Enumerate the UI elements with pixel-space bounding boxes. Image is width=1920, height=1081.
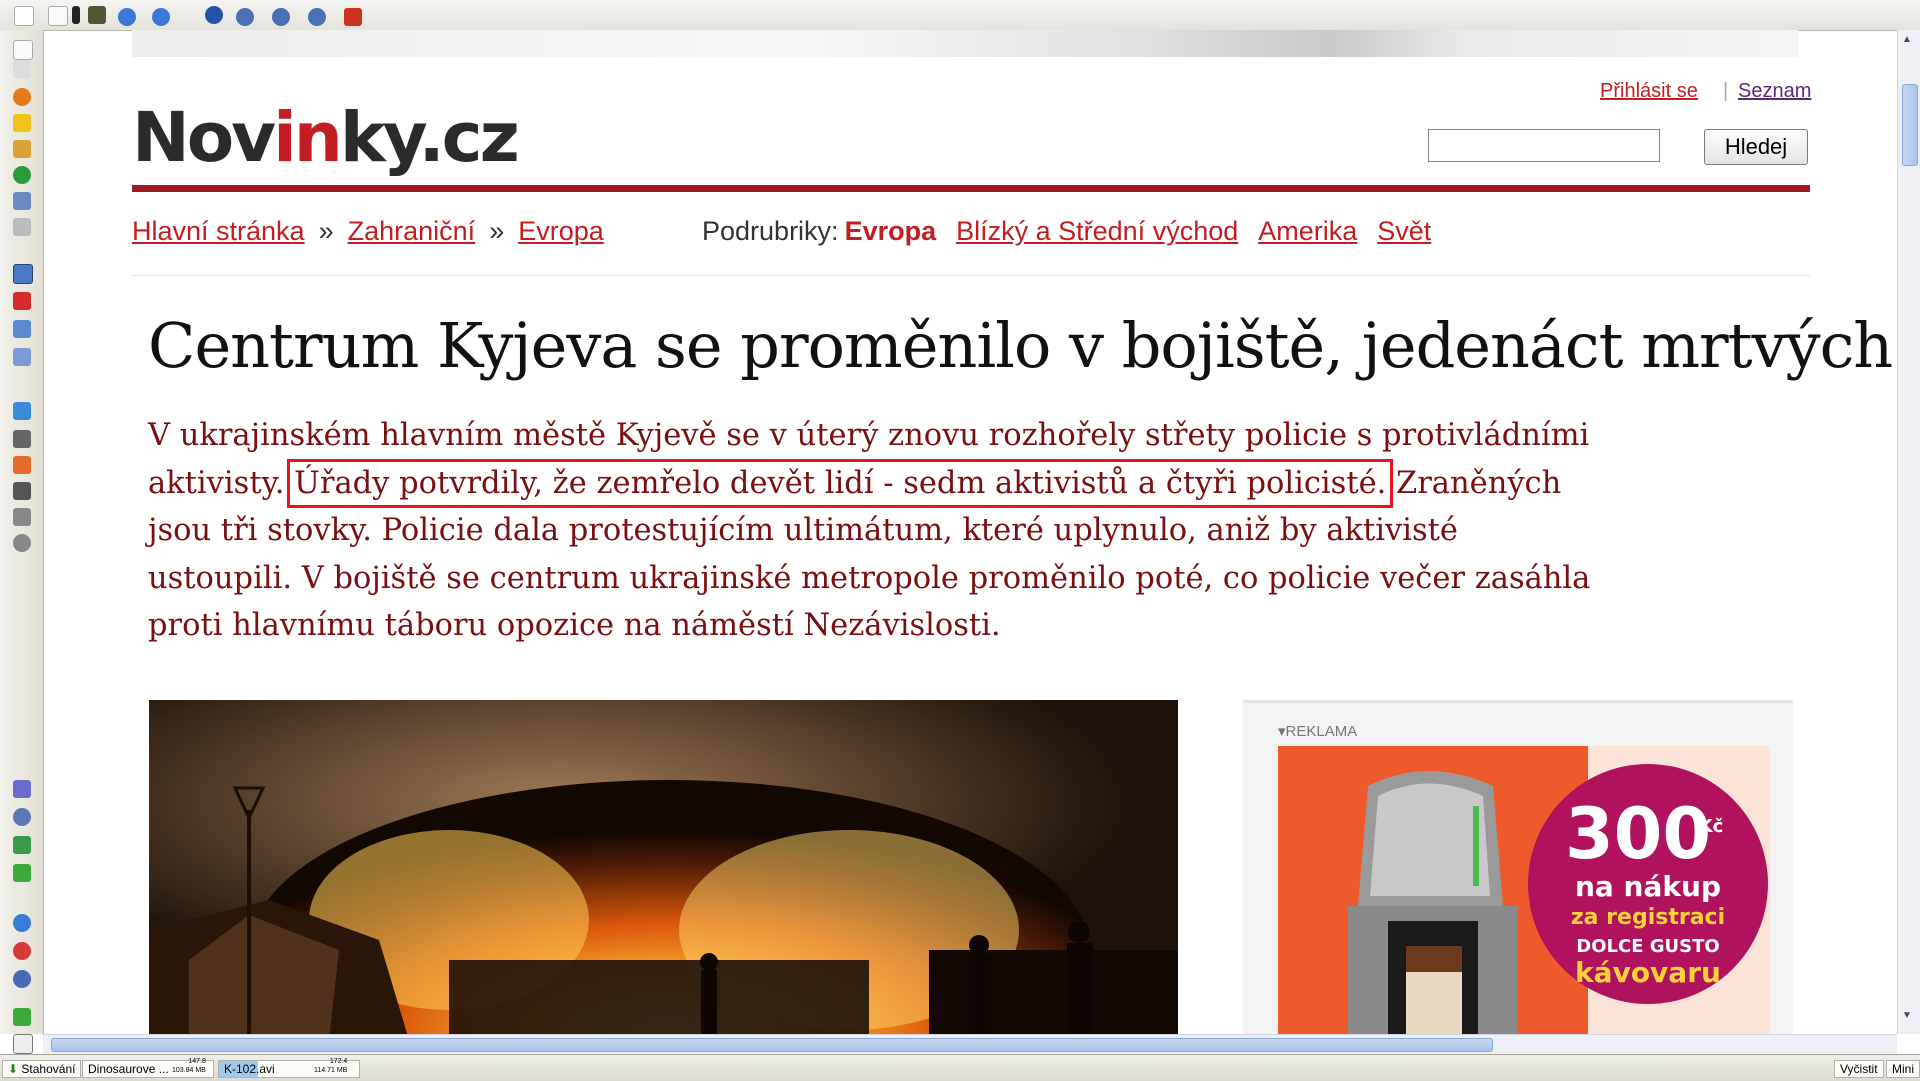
- horizontal-scroll-thumb[interactable]: [51, 1038, 1493, 1052]
- calendar-icon[interactable]: [13, 456, 31, 474]
- add-icon[interactable]: [48, 6, 68, 26]
- ad-line-3: DOLCE GUSTO: [1576, 936, 1719, 957]
- document-icon[interactable]: [13, 60, 31, 78]
- globe-icon[interactable]: [13, 914, 31, 932]
- pen-icon[interactable]: [13, 430, 31, 448]
- printer-icon[interactable]: [13, 482, 31, 500]
- nav-divider: [132, 275, 1810, 276]
- window-icon-2[interactable]: [13, 348, 31, 366]
- horizontal-scrollbar[interactable]: [43, 1034, 1897, 1055]
- breadcrumb-separator: »: [318, 216, 334, 246]
- search-button[interactable]: Hledej: [1704, 129, 1808, 165]
- breadcrumb-europe[interactable]: Evropa: [518, 216, 604, 246]
- browser-toolbar: [0, 0, 1920, 31]
- star-icon[interactable]: [13, 114, 31, 132]
- linkedin-icon[interactable]: [344, 8, 362, 26]
- breadcrumb-home[interactable]: Hlavní stránka: [132, 216, 305, 246]
- fire-photo: [149, 700, 1178, 1040]
- puzzle-icon[interactable]: [13, 864, 31, 882]
- header-separator: |: [1723, 80, 1729, 102]
- app-icon-2[interactable]: [236, 8, 254, 26]
- film-icon[interactable]: [88, 6, 106, 24]
- ad-amount: 300: [1565, 793, 1711, 875]
- article-photo[interactable]: [149, 700, 1178, 1040]
- vertical-scroll-thumb[interactable]: [1902, 84, 1918, 166]
- refresh-icon[interactable]: [13, 166, 31, 184]
- book-icon[interactable]: [13, 780, 31, 798]
- download-file-2-size: 172.4 114.71 MB: [314, 1058, 348, 1074]
- breadcrumb: Hlavní stránka » Zahraniční » Evropa: [132, 216, 604, 247]
- app-icon[interactable]: [205, 6, 223, 24]
- top-banner-ad[interactable]: [132, 30, 1798, 57]
- subsection-middle-east[interactable]: Blízký a Střední východ: [956, 216, 1238, 246]
- box-icon[interactable]: [13, 1034, 33, 1054]
- breadcrumb-separator: »: [489, 216, 505, 246]
- download-icon: ⬇: [8, 1062, 19, 1076]
- ad-line-1: na nákup: [1575, 870, 1721, 903]
- chat-icon[interactable]: [13, 402, 31, 420]
- window-icon[interactable]: [13, 192, 31, 210]
- seznam-link[interactable]: Seznam: [1738, 80, 1811, 103]
- ad-currency: Kč: [1699, 816, 1724, 837]
- check-icon[interactable]: [13, 1008, 31, 1026]
- firefox-icon[interactable]: [13, 88, 31, 106]
- header-rule: [132, 185, 1810, 192]
- clock-icon[interactable]: [13, 808, 31, 826]
- browser-sidebar: [0, 30, 44, 1054]
- perex-highlight: Úřady potvrdily, že zemřelo devět lidí -…: [287, 458, 1394, 508]
- ad-label: ▾REKLAMA: [1278, 723, 1358, 740]
- app-icon-4[interactable]: [308, 8, 326, 26]
- panel-icon[interactable]: [13, 264, 33, 284]
- mini-button[interactable]: Mini: [1886, 1060, 1920, 1078]
- search-input[interactable]: [1428, 129, 1660, 162]
- vertical-scrollbar[interactable]: ▲ ▼: [1897, 30, 1920, 1034]
- article-headline: Centrum Kyjeva se proměnilo v bojiště, j…: [148, 309, 1893, 382]
- subsection-world[interactable]: Svět: [1377, 216, 1431, 246]
- folder-icon[interactable]: [13, 140, 31, 158]
- scroll-down-icon[interactable]: ▼: [1902, 1010, 1912, 1021]
- info-icon[interactable]: [13, 970, 31, 988]
- ie-icon-2[interactable]: [152, 8, 170, 26]
- ie-icon[interactable]: [118, 8, 136, 26]
- downloads-button[interactable]: ⬇ Stahování: [2, 1060, 82, 1078]
- download-file-1-size: 147.8 103.84 MB: [172, 1058, 206, 1074]
- tools-icon[interactable]: [13, 218, 31, 236]
- ad-line-2: za registraci: [1571, 905, 1725, 930]
- scroll-up-icon[interactable]: ▲: [1902, 34, 1912, 45]
- new-tab-icon[interactable]: [14, 6, 34, 26]
- user-icon[interactable]: [13, 508, 31, 526]
- close-icon[interactable]: [13, 292, 31, 310]
- subsection-america[interactable]: Amerika: [1258, 216, 1357, 246]
- ad-banner[interactable]: 300 Kč na nákup za registraci DOLCE GUST…: [1278, 746, 1770, 1040]
- site-logo[interactable]: Novinky.cz: [132, 104, 520, 173]
- arrow-icon[interactable]: [72, 6, 80, 24]
- ad-line-4: kávovaru: [1575, 956, 1721, 989]
- help-icon[interactable]: [13, 942, 31, 960]
- app-icon-3[interactable]: [272, 8, 290, 26]
- download-icon[interactable]: [13, 836, 31, 854]
- coffee-ad-graphic: 300 Kč na nákup za registraci DOLCE GUST…: [1278, 746, 1770, 1040]
- login-link[interactable]: Přihlásit se: [1600, 80, 1698, 103]
- clear-downloads-button[interactable]: Vyčistit: [1834, 1060, 1884, 1078]
- subsection-current: Evropa: [844, 216, 937, 246]
- subsections-label: Podrubriky:: [702, 216, 839, 246]
- breadcrumb-foreign[interactable]: Zahraniční: [348, 216, 476, 246]
- subsections-nav: Podrubriky: Evropa Blízký a Střední východ…: [702, 216, 1431, 247]
- article-perex: V ukrajinském hlavním městě Kyjevě se v …: [148, 412, 1608, 650]
- page-icon[interactable]: [13, 40, 33, 60]
- triangle-down-icon: ▾: [1278, 723, 1286, 740]
- settings-icon[interactable]: [13, 534, 31, 552]
- status-bar: ⬇ Stahování Dinosaurove ... 147.8 103.84 …: [0, 1054, 1920, 1081]
- image-icon[interactable]: [13, 320, 31, 338]
